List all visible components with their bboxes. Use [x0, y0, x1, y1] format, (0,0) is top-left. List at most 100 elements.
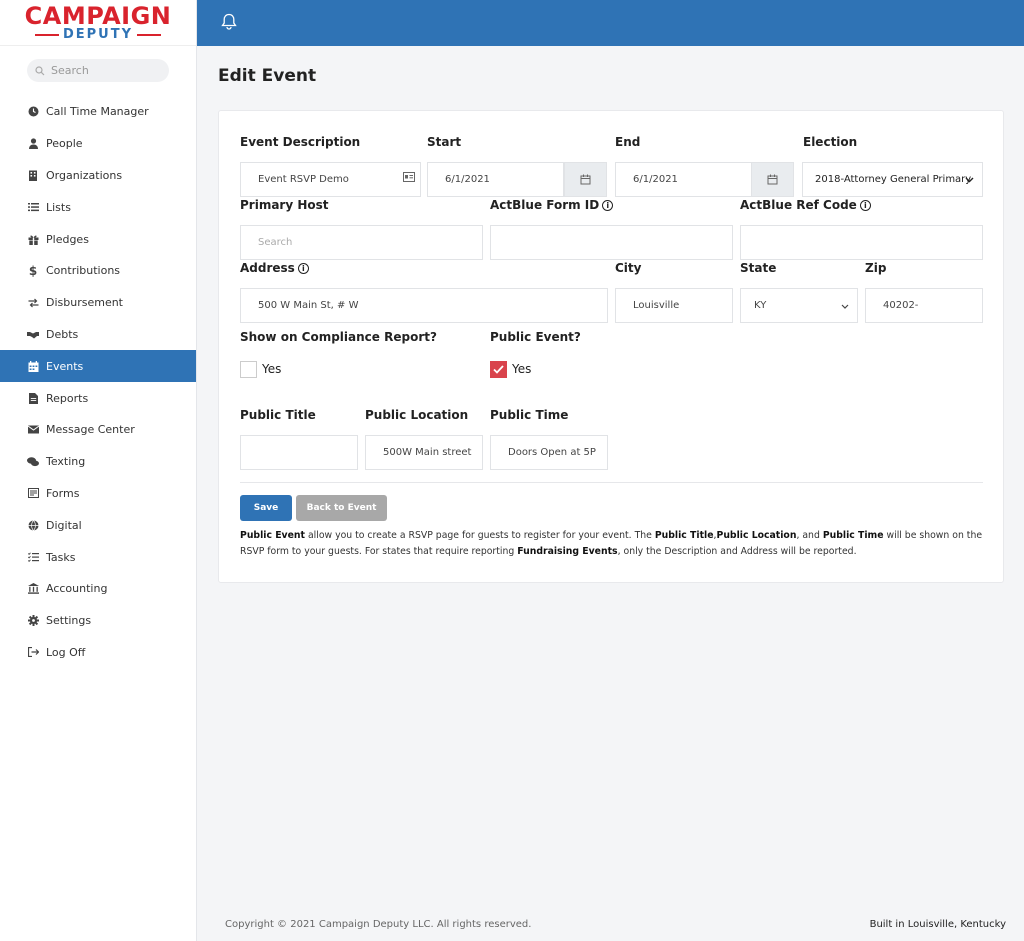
chevron-down-icon [841, 301, 849, 312]
calendar-icon [27, 360, 39, 372]
sidebar-item-organizations[interactable]: Organizations [0, 160, 196, 192]
state-select[interactable]: KY [740, 288, 858, 323]
end-label: End [615, 135, 641, 149]
public-event-label: Public Event? [490, 330, 581, 344]
city-label: City [615, 261, 642, 275]
sidebar-item-forms[interactable]: Forms [0, 478, 196, 510]
list-icon [27, 201, 39, 213]
id-card-icon [403, 172, 415, 185]
end-date-input[interactable]: 6/1/2021 [615, 162, 752, 197]
exchange-icon [27, 297, 39, 309]
back-to-event-button[interactable]: Back to Event [296, 495, 387, 521]
show-compliance-checkbox[interactable] [240, 361, 257, 378]
election-label: Election [803, 135, 858, 149]
sidebar-item-people[interactable]: People [0, 128, 196, 160]
bank-icon [27, 583, 39, 595]
end-calendar-button[interactable] [751, 162, 794, 197]
sidebar-item-events[interactable]: Events [0, 350, 196, 383]
form-icon [27, 487, 39, 499]
form-divider [240, 482, 983, 483]
city-input[interactable]: Louisville [615, 288, 733, 323]
public-event-option: Yes [512, 362, 532, 376]
bell-icon[interactable] [221, 13, 237, 33]
election-select[interactable]: 2018-Attorney General Primary [802, 162, 983, 197]
main-content: Edit Event Event Description Start End E… [197, 46, 1024, 941]
sidebar-item-digital[interactable]: Digital [0, 509, 196, 541]
sidebar-item-settings[interactable]: Settings [0, 605, 196, 637]
sidebar-nav: Call Time Manager People Organizations L… [0, 96, 196, 668]
actblue-form-id-label: ActBlue Form ID i [490, 198, 614, 212]
sidebar: CAMPAIGN DEPUTY Search Call Time Manager… [0, 0, 197, 941]
footer-built-in: Built in Louisville, Kentucky [869, 919, 1006, 930]
sidebar-item-log-off[interactable]: Log Off [0, 637, 196, 669]
save-button[interactable]: Save [240, 495, 292, 521]
brand-logo-bottom: DEPUTY [62, 26, 134, 42]
address-label: Address i [240, 261, 309, 275]
edit-event-card: Event Description Start End Election Eve… [218, 110, 1004, 583]
zip-input[interactable]: 40202- [865, 288, 983, 323]
public-location-input[interactable]: 500W Main street [365, 435, 483, 470]
state-label: State [740, 261, 777, 275]
actblue-form-id-input[interactable] [490, 225, 733, 260]
start-label: Start [427, 135, 462, 149]
sidebar-item-accounting[interactable]: Accounting [0, 573, 196, 605]
calendar-icon [580, 174, 591, 185]
gift-icon [27, 233, 39, 245]
address-input[interactable]: 500 W Main St, # W [240, 288, 608, 323]
person-icon [27, 138, 39, 150]
document-icon [27, 392, 39, 404]
globe-icon [27, 519, 39, 531]
actblue-ref-code-input[interactable] [740, 225, 983, 260]
info-icon[interactable]: i [602, 199, 614, 211]
page-title: Edit Event [218, 66, 317, 86]
sidebar-item-message-center[interactable]: Message Center [0, 414, 196, 446]
checkmark-icon [493, 365, 504, 374]
logout-icon [27, 646, 39, 658]
primary-host-label: Primary Host [240, 198, 329, 212]
building-icon [27, 169, 39, 181]
top-bar [197, 0, 1024, 46]
sidebar-item-call-time-manager[interactable]: Call Time Manager [0, 96, 196, 128]
envelope-icon [27, 424, 39, 436]
public-event-checkbox[interactable] [490, 361, 507, 378]
show-compliance-label: Show on Compliance Report? [240, 330, 437, 344]
sidebar-item-contributions[interactable]: $ Contributions [0, 255, 196, 287]
event-description-label: Event Description [240, 135, 361, 149]
event-description-input[interactable]: Event RSVP Demo [240, 162, 421, 197]
calendar-icon [767, 174, 778, 185]
start-calendar-button[interactable] [564, 162, 607, 197]
start-date-input[interactable]: 6/1/2021 [427, 162, 564, 197]
handshake-icon [27, 328, 39, 340]
zip-label: Zip [865, 261, 887, 275]
tasks-icon [27, 551, 39, 563]
clock-icon [27, 106, 39, 118]
sidebar-item-pledges[interactable]: Pledges [0, 223, 196, 255]
search-icon [35, 65, 45, 75]
info-icon[interactable]: i [859, 199, 871, 211]
brand-logo-top: CAMPAIGN [24, 1, 172, 30]
footer-copyright: Copyright © 2021 Campaign Deputy LLC. Al… [225, 919, 532, 930]
public-location-label: Public Location [365, 408, 469, 422]
sidebar-search-placeholder: Search [51, 64, 89, 77]
sidebar-item-reports[interactable]: Reports [0, 382, 196, 414]
actblue-ref-code-label: ActBlue Ref Code i [740, 198, 871, 212]
primary-host-input[interactable]: Search [240, 225, 483, 260]
public-title-input[interactable] [240, 435, 358, 470]
sidebar-item-debts[interactable]: Debts [0, 319, 196, 351]
public-event-note: Public Event allow you to create a RSVP … [240, 530, 983, 557]
sidebar-item-texting[interactable]: Texting [0, 446, 196, 478]
public-time-label: Public Time [490, 408, 569, 422]
sidebar-item-lists[interactable]: Lists [0, 191, 196, 223]
show-compliance-option: Yes [262, 362, 282, 376]
sidebar-item-tasks[interactable]: Tasks [0, 541, 196, 573]
gear-icon [27, 615, 39, 627]
public-time-input[interactable]: Doors Open at 5P [490, 435, 608, 470]
dollar-icon: $ [28, 263, 38, 278]
public-title-label: Public Title [240, 408, 316, 422]
chat-icon [27, 456, 39, 468]
info-icon[interactable]: i [297, 262, 309, 274]
chevron-down-icon [965, 175, 974, 186]
sidebar-search-input[interactable]: Search [27, 59, 169, 82]
brand-logo[interactable]: CAMPAIGN DEPUTY [0, 0, 196, 46]
sidebar-item-disbursement[interactable]: Disbursement [0, 287, 196, 319]
